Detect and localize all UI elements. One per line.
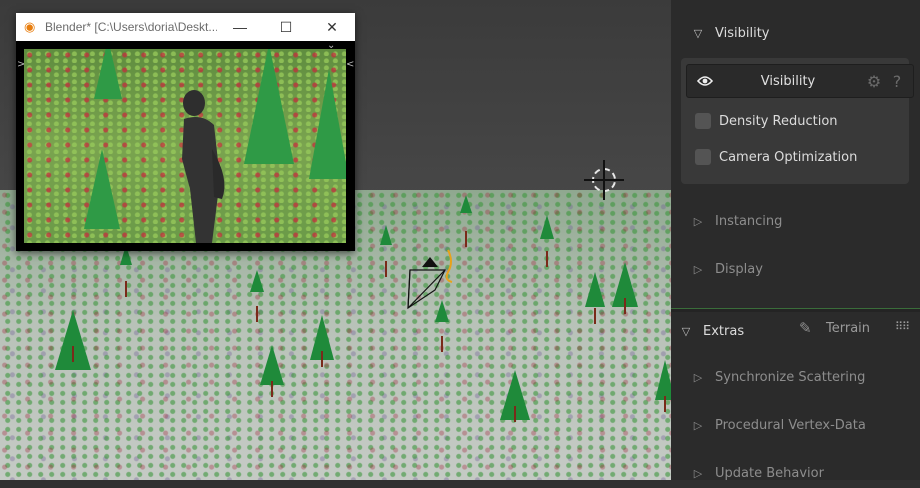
chevron-right-icon: ▷ xyxy=(693,214,703,228)
scatter-tree xyxy=(612,262,638,314)
scatter-tree xyxy=(260,345,284,397)
update-behavior-label: Update Behavior xyxy=(715,465,824,481)
help-icon[interactable]: ? xyxy=(885,72,909,91)
chevron-down-icon: ▽ xyxy=(693,26,703,40)
chevron-right-icon: ▷ xyxy=(693,370,703,384)
minimize-button[interactable]: — xyxy=(217,19,263,35)
extras-section-header[interactable]: ▽ Extras xyxy=(671,316,920,346)
scatter-tree xyxy=(55,310,91,370)
terrain-label: Terrain xyxy=(826,321,871,336)
density-reduction-label: Density Reduction xyxy=(719,113,838,129)
visibility-section-label: Visibility xyxy=(715,25,770,41)
render-preview-image xyxy=(24,49,346,243)
instancing-section-label: Instancing xyxy=(715,213,783,229)
visibility-subpanel-header[interactable]: Visibility ⚙ ? xyxy=(686,64,914,98)
scatter-tree xyxy=(380,225,392,277)
visibility-subpanel: Visibility ⚙ ? Density Reduction Camera … xyxy=(681,58,914,184)
render-tree xyxy=(244,49,294,164)
scatter-tree xyxy=(655,360,671,412)
scatter-tree xyxy=(500,370,530,422)
procedural-vertex-data-header[interactable]: ▷ Procedural Vertex-Data xyxy=(671,410,920,440)
density-reduction-checkbox[interactable] xyxy=(695,113,711,129)
render-tree xyxy=(309,69,346,179)
3d-cursor-icon[interactable] xyxy=(584,160,624,200)
chevron-right-icon: ▷ xyxy=(693,466,703,480)
close-button[interactable]: ✕ xyxy=(309,19,355,36)
camera-optimization-label: Camera Optimization xyxy=(719,149,858,165)
gear-icon[interactable]: ⚙ xyxy=(863,72,885,91)
display-section-header[interactable]: ▷ Display xyxy=(671,254,920,284)
drag-handle-icon[interactable]: ⠿⠿ xyxy=(895,320,910,333)
synchronize-scattering-header[interactable]: ▷ Synchronize Scattering xyxy=(671,362,920,392)
display-section-label: Display xyxy=(715,261,763,277)
window-title: Blender* [C:\Users\doria\Deskt... xyxy=(45,20,217,34)
scatter-tree xyxy=(310,315,334,367)
eyedropper-icon[interactable]: ✎ xyxy=(799,319,812,337)
render-preview-window[interactable]: ◉ Blender* [C:\Users\doria\Deskt... — ☐ … xyxy=(16,13,355,251)
render-tree xyxy=(94,49,122,99)
properties-panel: ▽ Visibility Visibility ⚙ ? Density Redu… xyxy=(671,0,920,481)
human-figure xyxy=(182,90,225,243)
density-reduction-row[interactable]: Density Reduction xyxy=(695,111,838,131)
instancing-section-header[interactable]: ▷ Instancing xyxy=(671,206,920,236)
camera-optimization-row[interactable]: Camera Optimization xyxy=(695,147,857,167)
chevron-right-icon: ▷ xyxy=(693,262,703,276)
update-behavior-header[interactable]: ▷ Update Behavior xyxy=(671,458,920,488)
eye-icon[interactable] xyxy=(697,75,713,87)
scatter-tree xyxy=(585,272,605,324)
camera-optimization-checkbox[interactable] xyxy=(695,149,711,165)
extras-section-label: Extras xyxy=(703,323,745,339)
chevron-down-icon: ▽ xyxy=(681,324,691,338)
window-titlebar[interactable]: ◉ Blender* [C:\Users\doria\Deskt... — ☐ … xyxy=(16,13,355,41)
blender-logo-icon: ◉ xyxy=(24,19,36,34)
synchronize-scattering-label: Synchronize Scattering xyxy=(715,369,866,385)
procedural-vertex-data-label: Procedural Vertex-Data xyxy=(715,417,866,433)
expand-right-icon[interactable]: < xyxy=(346,59,354,70)
scatter-tree xyxy=(460,195,472,247)
scatter-tree xyxy=(250,270,264,322)
render-tree xyxy=(84,149,120,229)
chevron-right-icon: ▷ xyxy=(693,418,703,432)
visibility-subpanel-title: Visibility xyxy=(760,73,816,89)
scatter-tree xyxy=(540,215,554,267)
camera-object-icon[interactable] xyxy=(400,245,460,315)
maximize-button[interactable]: ☐ xyxy=(263,19,309,36)
visibility-section-header[interactable]: ▽ Visibility xyxy=(671,18,920,48)
